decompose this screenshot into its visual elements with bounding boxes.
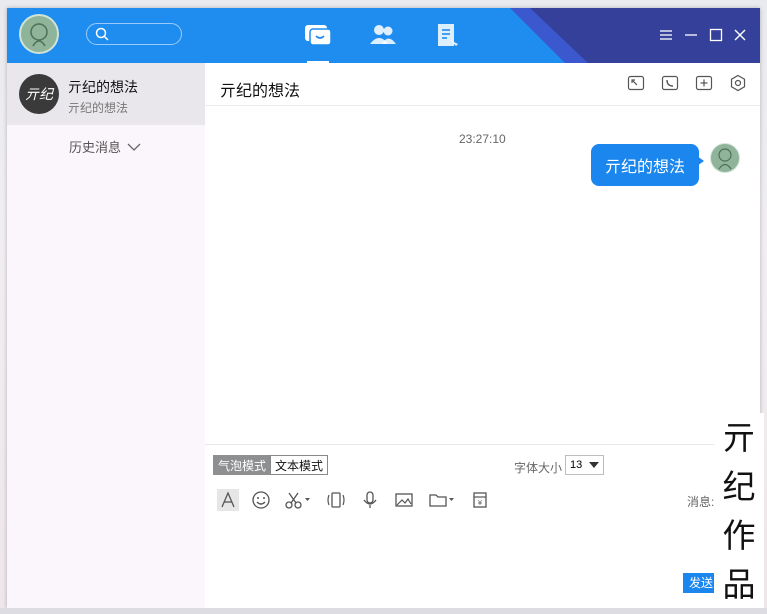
composer-divider [205,444,760,445]
document-icon [438,24,458,46]
desktop-strip [0,608,767,614]
menu-button[interactable] [658,27,674,43]
chat-header-divider [205,105,760,106]
message-bubble[interactable]: 亓纪的想法 [591,144,699,186]
scissors-icon [285,492,310,509]
minimize-icon [685,34,697,36]
font-size-label: 字体大小 [514,461,563,475]
message-record-label[interactable]: 消息: [687,493,714,510]
maximize-button[interactable] [708,27,724,43]
screenshot-tool-button[interactable] [283,489,313,511]
profile-sketch-icon [30,23,48,47]
font-icon [221,491,235,508]
search-icon [95,27,109,41]
profile-sketch-icon [718,148,732,170]
tab-contacts[interactable] [368,22,398,50]
tab-messages[interactable] [303,22,333,63]
conversation-name: 亓纪的想法 [68,79,138,95]
user-avatar[interactable] [19,14,59,54]
font-size-value: 13 [570,459,583,471]
maximize-icon [709,28,723,42]
contacts-icon [370,25,396,44]
chat-bubble-icon [305,25,332,46]
close-button[interactable] [732,27,748,43]
conversation-sidebar: 亓纪 亓纪的想法 亓纪的想法 历史消息 [7,63,205,608]
watermark-char: 品 [722,565,756,604]
image-button[interactable] [393,489,415,511]
avatar-logo-text: 亓纪 [25,87,53,103]
dropdown-arrow-icon [589,462,599,468]
text-mode-button[interactable]: 文本模式 [270,455,329,475]
active-tab-indicator [307,61,329,63]
watermark-char: 纪 [722,467,756,506]
add-member-button[interactable] [695,74,713,92]
search-input[interactable] [86,23,182,45]
screenshot-button[interactable] [627,74,645,92]
image-icon [395,493,413,507]
add-member-icon [695,75,713,91]
shake-icon [327,492,345,508]
chat-settings-button[interactable] [729,74,747,92]
font-size-select[interactable]: 13 [565,455,604,475]
file-button[interactable] [427,489,457,511]
watermark-calligraphy: 亓 纪 作 品 [714,413,764,609]
conversation-avatar: 亓纪 [19,74,59,114]
message-timestamp: 23:27:10 [459,132,506,146]
voice-button[interactable] [359,489,381,511]
emoji-icon [252,491,270,509]
chat-window: 亓纪 亓纪的想法 亓纪的想法 历史消息 亓纪的想法 23:27:10 亓纪的想法… [7,8,760,608]
watermark-char: 亓 [722,418,756,457]
bubble-tail [697,156,704,166]
emoji-button[interactable] [250,489,272,511]
history-label: 历史消息 [69,140,122,155]
font-button[interactable] [217,489,239,511]
folder-icon [429,494,454,507]
conversation-preview: 亓纪的想法 [68,101,129,115]
svg-text:¥: ¥ [478,499,483,507]
settings-icon [730,74,746,92]
screenshot-icon [627,75,645,91]
menu-icon [660,30,672,40]
chevron-down-icon [127,143,141,151]
chat-title: 亓纪的想法 [220,83,301,100]
sender-avatar[interactable] [710,143,740,173]
top-bar [7,8,760,63]
mic-icon [363,491,377,508]
shake-button[interactable] [325,489,347,511]
tab-notes[interactable] [434,22,464,50]
red-packet-button[interactable]: ¥ [469,489,491,511]
minimize-button[interactable] [683,27,699,43]
watermark-char: 作 [722,516,756,555]
history-messages-toggle[interactable]: 历史消息 [69,137,141,156]
conversation-item[interactable]: 亓纪 亓纪的想法 亓纪的想法 [7,63,205,125]
close-icon [734,29,746,41]
red-packet-icon: ¥ [473,492,487,508]
phone-icon [661,75,679,91]
bubble-mode-button[interactable]: 气泡模式 [213,455,272,475]
call-button[interactable] [661,74,679,92]
